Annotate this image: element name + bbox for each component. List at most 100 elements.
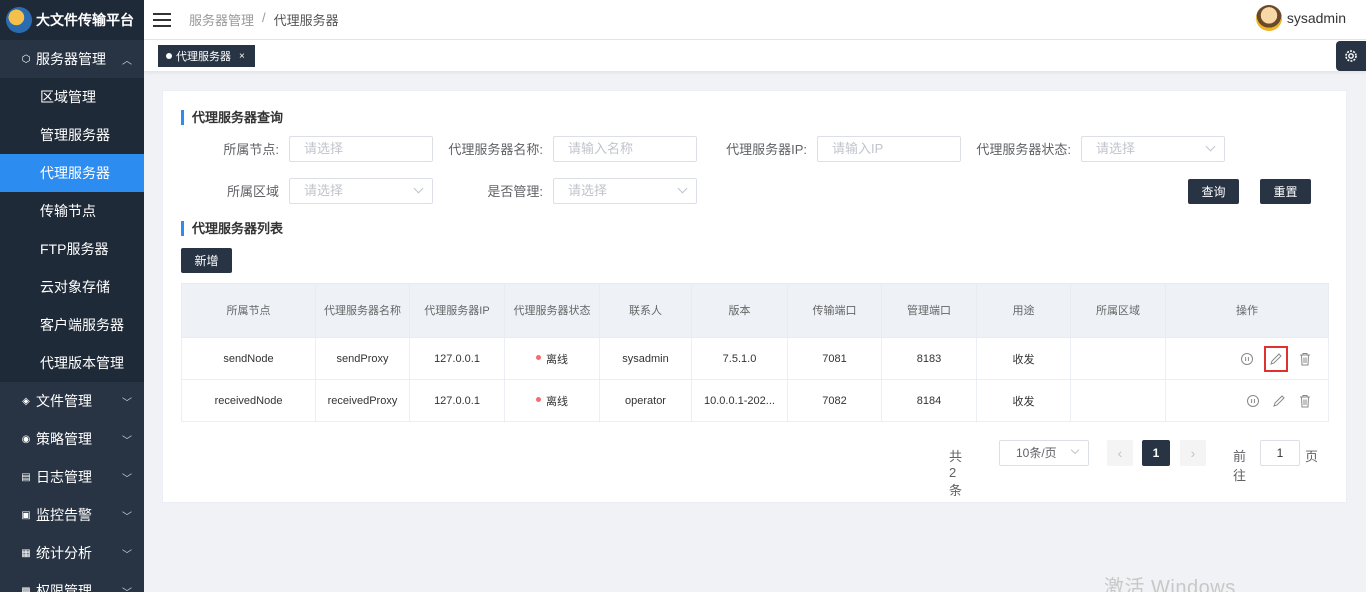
breadcrumb-item[interactable]: 服务器管理 (189, 10, 254, 29)
app-logo: 大文件传输平台 (0, 0, 144, 40)
cell-actions (1165, 379, 1329, 422)
menu-group-label: 策略管理 (36, 431, 92, 447)
chevron-down-icon: ﹀ (122, 584, 132, 592)
cell-ip: 127.0.0.1 (409, 379, 505, 422)
add-button[interactable]: 新增 (181, 248, 232, 273)
menu-group-monitor[interactable]: ▣ 监控告警 ﹀ (0, 496, 144, 534)
dot-icon (166, 53, 172, 59)
sidebar-item-ftp-server[interactable]: FTP服务器 (0, 230, 144, 268)
pause-icon[interactable] (1244, 392, 1262, 410)
managed-select[interactable]: 请选择 (553, 178, 697, 204)
chevron-down-icon (413, 183, 424, 194)
cell-contact: operator (599, 379, 692, 422)
managed-placeholder: 请选择 (568, 183, 608, 198)
goto-label: 前往 (1233, 449, 1247, 483)
chevron-down-icon (1070, 445, 1080, 455)
breadcrumb: 服务器管理 / 代理服务器 (189, 10, 339, 29)
pause-icon[interactable] (1238, 350, 1256, 368)
col-version: 版本 (691, 283, 788, 338)
sidebar-item-region[interactable]: 区域管理 (0, 78, 144, 116)
menu-group-label: 监控告警 (36, 507, 92, 523)
sidebar-item-transfer-node[interactable]: 传输节点 (0, 192, 144, 230)
cell-manage-port: 8183 (881, 337, 977, 380)
table-header-row: 所属节点 代理服务器名称 代理服务器IP 代理服务器状态 联系人 版本 传输端口… (181, 283, 1329, 338)
user-menu[interactable]: sysadmin (1255, 5, 1346, 31)
name-input[interactable]: 请输入名称 (553, 136, 697, 162)
hamburger-icon[interactable] (153, 12, 171, 27)
col-name: 代理服务器名称 (315, 283, 410, 338)
sidebar-item-manage-server[interactable]: 管理服务器 (0, 116, 144, 154)
cell-usage: 收发 (976, 337, 1071, 380)
cell-status: 离线 (504, 337, 600, 380)
close-icon[interactable]: × (239, 51, 245, 62)
col-transfer-port: 传输端口 (787, 283, 882, 338)
page-unit-label: 页 (1305, 449, 1319, 464)
goto-page-input[interactable]: 1 (1260, 440, 1300, 466)
menu-group-label: 权限管理 (36, 583, 92, 592)
menu-group-label: 文件管理 (36, 393, 92, 409)
cell-version: 7.5.1.0 (691, 337, 788, 380)
edit-icon[interactable] (1270, 392, 1288, 410)
proxy-server-table: 所属节点 代理服务器名称 代理服务器IP 代理服务器状态 联系人 版本 传输端口… (181, 283, 1329, 422)
top-header: 服务器管理 / 代理服务器 sysadmin (144, 0, 1366, 40)
menu-group-file[interactable]: ◈ 文件管理 ﹀ (0, 382, 144, 420)
user-name: sysadmin (1286, 10, 1346, 26)
tab-proxy-server[interactable]: 代理服务器 × (158, 45, 255, 67)
sidebar-item-proxy-version[interactable]: 代理版本管理 (0, 344, 144, 382)
page-size-value: 10条/页 (1016, 446, 1057, 460)
cell-status: 离线 (504, 379, 600, 422)
chevron-down-icon: ﹀ (122, 436, 132, 447)
sidebar-item-cloud-storage[interactable]: 云对象存储 (0, 268, 144, 306)
delete-icon[interactable] (1296, 392, 1314, 410)
cell-region (1070, 379, 1166, 422)
status-dot-icon (536, 397, 541, 403)
search-button[interactable]: 查询 (1188, 179, 1239, 204)
node-select[interactable]: 请选择 (289, 136, 433, 162)
col-actions: 操作 (1165, 283, 1329, 338)
gear-icon[interactable] (1336, 41, 1366, 71)
windows-activation-watermark: 激活 Windows (1104, 577, 1236, 592)
status-select[interactable]: 请选择 (1081, 136, 1225, 162)
sidebar-item-client-server[interactable]: 客户端服务器 (0, 306, 144, 344)
region-select[interactable]: 请选择 (289, 178, 433, 204)
menu-group-policy[interactable]: ◉ 策略管理 ﹀ (0, 420, 144, 458)
menu-group-stats[interactable]: ▦ 统计分析 ﹀ (0, 534, 144, 572)
name-label: 代理服务器名称: (448, 142, 543, 157)
menu-group-label: 服务器管理 (36, 51, 106, 67)
menu-group-log[interactable]: ▤ 日志管理 ﹀ (0, 458, 144, 496)
ip-input[interactable]: 请输入IP (817, 136, 961, 162)
chevron-down-icon: ﹀ (122, 398, 132, 409)
status-dot-icon (536, 355, 541, 361)
reset-button[interactable]: 重置 (1260, 179, 1311, 204)
sidebar: 大文件传输平台 ⬡ 服务器管理 ︿ 区域管理 管理服务器 代理服务器 传输节点 … (0, 0, 144, 592)
chevron-down-icon: ﹀ (122, 550, 132, 561)
next-page-button[interactable]: › (1180, 440, 1206, 466)
delete-icon[interactable] (1296, 350, 1314, 368)
col-manage-port: 管理端口 (881, 283, 977, 338)
page-number-current[interactable]: 1 (1142, 440, 1170, 466)
list-title: 代理服务器列表 (181, 221, 283, 236)
cell-manage-port: 8184 (881, 379, 977, 422)
col-node: 所属节点 (181, 283, 316, 338)
page-size-select[interactable]: 10条/页 (999, 440, 1089, 466)
monitor-icon: ▣ (21, 509, 31, 521)
log-icon: ▤ (21, 471, 31, 483)
col-region: 所属区域 (1070, 283, 1166, 338)
cell-ip: 127.0.0.1 (409, 337, 505, 380)
menu-group-label: 统计分析 (36, 545, 92, 561)
sidebar-item-proxy-server[interactable]: 代理服务器 (0, 154, 144, 192)
menu-group-permission[interactable]: ▩ 权限管理 ﹀ (0, 572, 144, 592)
edit-icon[interactable] (1264, 345, 1288, 372)
col-status: 代理服务器状态 (504, 283, 600, 338)
managed-label: 是否管理: (487, 184, 543, 199)
table-row: sendNode sendProxy 127.0.0.1 离线 sysadmin… (181, 337, 1329, 380)
cell-name: sendProxy (315, 337, 410, 380)
tab-label: 代理服务器 (176, 51, 231, 63)
app-title: 大文件传输平台 (36, 12, 134, 28)
status-text: 离线 (546, 395, 568, 408)
submenu-server: 区域管理 管理服务器 代理服务器 传输节点 FTP服务器 云对象存储 客户端服务… (0, 78, 144, 382)
prev-page-button[interactable]: ‹ (1107, 440, 1133, 466)
cell-contact: sysadmin (599, 337, 692, 380)
menu-group-server[interactable]: ⬡ 服务器管理 ︿ (0, 40, 144, 78)
layers-icon: ◈ (22, 395, 30, 407)
